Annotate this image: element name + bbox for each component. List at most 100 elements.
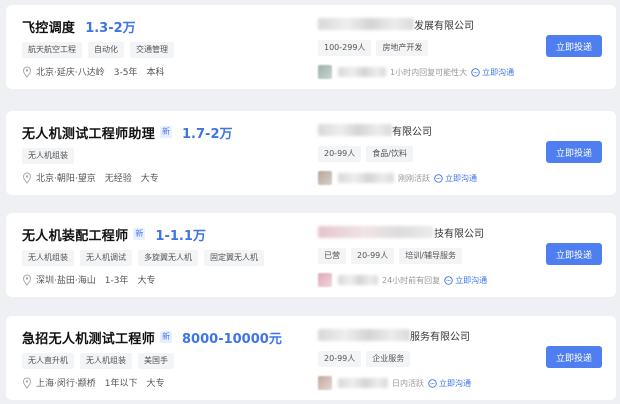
job-tag: 航天航空工程 [22,42,82,58]
job-title-row: 无人机装配工程师 新 1-1.1万 [22,223,312,245]
company-name-row[interactable]: 服务有限公司 [318,326,518,344]
chat-label: 立即沟通 [455,275,488,285]
company-tags: 100-299人 房地产开发 [318,40,518,56]
company-name-row[interactable]: 有限公司 [318,121,518,139]
job-title-row: 无人机测试工程师助理 新 1.7-2万 [22,121,312,143]
job-title[interactable]: 无人机测试工程师助理 [22,123,155,142]
recruiter-status: 24小时前有回复 [382,275,441,285]
job-tags: 航天航空工程 自动化 交通管理 [22,42,312,58]
new-badge: 新 [133,228,146,240]
job-list: 飞控调度 1.3-2万 航天航空工程 自动化 交通管理 北京·延庆·八达岭 3-… [0,0,620,404]
job-location: 上海·闵行·颛桥 [36,379,96,389]
company-tag: 房地产开发 [376,40,429,56]
recruiter-name-redacted [338,173,394,183]
job-education: 大专 [146,379,165,389]
job-experience: 1-3年 [104,276,129,286]
job-info: 飞控调度 1.3-2万 航天航空工程 自动化 交通管理 北京·延庆·八达岭 3-… [22,15,312,78]
job-title[interactable]: 飞控调度 [22,17,75,36]
company-name-redacted [318,124,392,136]
apply-button[interactable]: 立即投递 [546,141,602,163]
job-card[interactable]: 无人机测试工程师助理 新 1.7-2万 无人机组装 北京·朝阳·望京 无经验 大… [6,111,616,195]
job-info: 急招无人机测试工程师 新 8000-10000元 无人直升机 无人机组装 美国手… [22,326,312,389]
recruiter-row: 刚刚活跃 立即沟通 [318,171,518,185]
company-tag: 食品/饮料 [366,146,413,162]
recruiter-avatar [318,273,332,287]
chat-icon [428,378,437,388]
job-experience: 3-5年 [113,68,138,78]
job-tag: 无人机组装 [80,353,132,369]
company-name-redacted [318,226,434,238]
recruiter-status: 日内活跃 [392,378,424,388]
location-pin-icon [22,171,32,184]
job-meta: 北京·朝阳·望京 无经验 大专 [22,171,312,184]
job-title[interactable]: 无人机装配工程师 [22,225,128,244]
job-education: 大专 [137,276,156,286]
company-tag: 20-99人 [351,248,395,264]
job-card[interactable]: 无人机装配工程师 新 1-1.1万 无人机组装 无人机调试 多旋翼无人机 固定翼… [6,213,616,297]
company-name-suffix: 发展有限公司 [414,20,474,32]
recruiter-avatar [318,171,332,185]
recruiter-status: 1小时内回复可能性大 [390,67,468,77]
company-tags: 20-99人 企业服务 [318,351,518,367]
chat-link[interactable]: 立即沟通 [434,173,477,184]
job-salary: 1-1.1万 [155,228,206,244]
chat-label: 立即沟通 [482,67,515,77]
company-tags: 已营 20-99人 培训/辅导服务 [318,248,518,264]
recruiter-row: 1小时内回复可能性大 立即沟通 [318,65,518,79]
job-tags: 无人机组装 [22,148,312,164]
job-title-row: 急招无人机测试工程师 新 8000-10000元 [22,326,312,348]
new-badge: 新 [160,126,173,138]
chat-label: 立即沟通 [445,173,477,183]
chat-link[interactable]: 立即沟通 [471,67,514,78]
job-title[interactable]: 急招无人机测试工程师 [22,328,155,347]
company-name-suffix: 有限公司 [392,126,432,138]
company-name-row[interactable]: 技有限公司 [318,223,518,241]
recruiter-avatar [318,376,332,390]
job-meta: 上海·闵行·颛桥 1年以下 大专 [22,376,312,389]
chat-link[interactable]: 立即沟通 [428,378,471,389]
company-name-row[interactable]: 发展有限公司 [318,15,518,33]
company-tag: 企业服务 [366,351,411,367]
job-education: 大专 [140,174,159,184]
company-tag: 20-99人 [318,351,362,367]
chat-icon [444,275,453,285]
company-tag: 20-99人 [318,146,362,162]
company-name-suffix: 服务有限公司 [410,331,470,343]
job-info: 无人机装配工程师 新 1-1.1万 无人机组装 无人机调试 多旋翼无人机 固定翼… [22,223,312,286]
job-card[interactable]: 急招无人机测试工程师 新 8000-10000元 无人直升机 无人机组装 美国手… [6,316,616,400]
job-tag: 美国手 [138,353,174,369]
chat-icon [471,67,480,77]
apply-button[interactable]: 立即投递 [546,346,602,368]
recruiter-row: 24小时前有回复 立即沟通 [318,273,518,287]
company-tag: 培训/辅导服务 [399,248,462,264]
recruiter-avatar [318,65,332,79]
recruiter-row: 日内活跃 立即沟通 [318,376,518,390]
company-info: 有限公司 20-99人 食品/饮料 刚刚活跃 立即沟通 [318,121,518,185]
company-tag: 已营 [318,248,346,264]
job-card[interactable]: 飞控调度 1.3-2万 航天航空工程 自动化 交通管理 北京·延庆·八达岭 3-… [6,5,616,89]
job-tag: 无人机组装 [22,148,74,164]
job-tag: 无人机调试 [80,250,132,266]
location-pin-icon [22,376,32,389]
job-meta: 北京·延庆·八达岭 3-5年 本科 [22,65,312,78]
company-info: 发展有限公司 100-299人 房地产开发 1小时内回复可能性大 立即沟通 [318,15,518,79]
job-info: 无人机测试工程师助理 新 1.7-2万 无人机组装 北京·朝阳·望京 无经验 大… [22,121,312,184]
job-tags: 无人直升机 无人机组装 美国手 [22,353,312,369]
apply-button[interactable]: 立即投递 [546,35,602,57]
company-info: 服务有限公司 20-99人 企业服务 日内活跃 立即沟通 [318,326,518,390]
job-location: 深圳·盐田·海山 [36,276,96,286]
recruiter-name-redacted [338,378,388,388]
chat-link[interactable]: 立即沟通 [444,275,487,286]
recruiter-name-redacted [338,67,386,77]
company-info: 技有限公司 已营 20-99人 培训/辅导服务 24小时前有回复 立即沟通 [318,223,518,287]
job-salary: 1.3-2万 [85,20,136,36]
job-tag: 交通管理 [130,42,174,58]
job-meta: 深圳·盐田·海山 1-3年 大专 [22,273,312,286]
apply-button[interactable]: 立即投递 [546,243,602,265]
location-pin-icon [22,273,32,286]
company-tags: 20-99人 食品/饮料 [318,146,518,162]
recruiter-status: 刚刚活跃 [398,173,430,183]
location-pin-icon [22,65,32,78]
job-experience: 无经验 [104,174,132,184]
job-location: 北京·朝阳·望京 [36,174,96,184]
